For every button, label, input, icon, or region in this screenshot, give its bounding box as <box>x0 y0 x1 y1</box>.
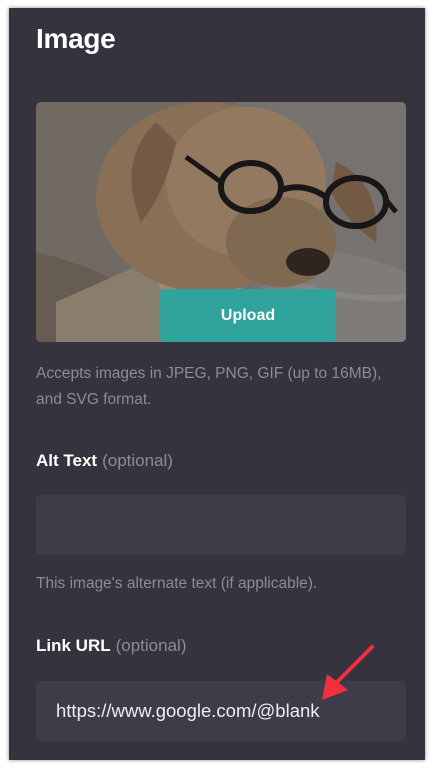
link-url-label-main: Link URL <box>36 636 111 655</box>
image-format-help-text: Accepts images in JPEG, PNG, GIF (up to … <box>36 365 382 408</box>
link-url-label: Link URL (optional) <box>36 634 186 658</box>
alt-text-help-text: This image's alternate text (if applicab… <box>36 575 318 592</box>
alt-text-label: Alt Text (optional) <box>36 449 173 473</box>
red-arrow-icon <box>322 645 374 700</box>
image-settings-panel: Image Upload Accepts images in JPEG, PNG… <box>9 8 425 760</box>
alt-text-label-main: Alt Text <box>36 451 98 470</box>
image-preview: Upload <box>36 102 406 342</box>
alt-text-optional-label: (optional) <box>102 451 173 470</box>
link-url-optional-label: (optional) <box>115 636 187 655</box>
panel-title: Image <box>36 23 116 54</box>
alt-text-input[interactable] <box>36 495 406 555</box>
upload-button[interactable]: Upload <box>160 289 336 342</box>
